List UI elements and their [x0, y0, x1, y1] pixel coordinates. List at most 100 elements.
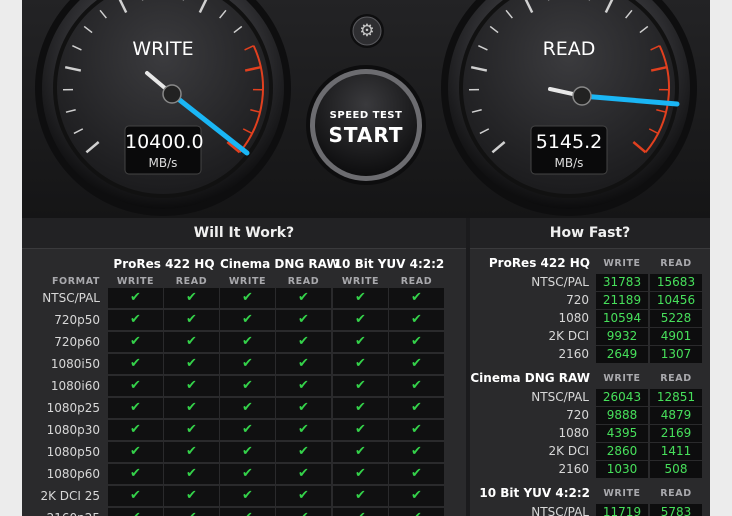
- settings-button[interactable]: ⚙: [353, 17, 381, 45]
- check-mark: ✔: [411, 378, 422, 393]
- write-speed-value: 31783: [596, 274, 648, 291]
- check-mark: ✔: [355, 378, 366, 393]
- check-mark: ✔: [186, 400, 197, 415]
- read-speed-value: 1411: [650, 443, 702, 460]
- write-needle-hub: [162, 84, 182, 104]
- how-fast-row-label: NTSC/PAL: [531, 275, 589, 289]
- how-fast-row-label: 1080: [558, 311, 589, 325]
- read-speed-value: 508: [650, 461, 702, 478]
- check-mark: ✔: [242, 356, 253, 371]
- read-gauge: [441, 0, 697, 216]
- column-sub-header: READ: [400, 276, 433, 287]
- check-mark: ✔: [333, 508, 388, 516]
- read-speed-value: 15683: [650, 274, 702, 291]
- how-fast-row-label: 1080: [558, 426, 589, 440]
- write-gauge: [35, 0, 291, 216]
- how-fast-row-label: NTSC/PAL: [531, 390, 589, 404]
- check-mark: ✔: [298, 444, 309, 459]
- start-button[interactable]: SPEED TEST START: [315, 74, 417, 176]
- format-row-label: 2160p25: [32, 511, 100, 516]
- write-speed-value: 4395: [596, 425, 648, 442]
- write-speed-value: 2860: [596, 443, 648, 460]
- how-fast-sub-header: WRITE: [603, 258, 641, 269]
- gauges-area: WRITE 10400.0 MB/s READ 5145.2 MB/s SPEE…: [22, 0, 710, 218]
- write-speed-value: 9888: [596, 407, 648, 424]
- check-mark: ✔: [355, 290, 366, 305]
- write-speed-value: 10594: [596, 310, 648, 327]
- how-fast-row-label: 720: [566, 408, 589, 422]
- check-mark: ✔: [298, 312, 309, 327]
- how-fast-section-title: ProRes 422 HQ: [488, 256, 590, 270]
- results-panels: Will It Work? FORMAT ProRes 422 HQ WRITE RE…: [22, 218, 710, 516]
- read-gauge-unit: MB/s: [554, 156, 584, 170]
- check-mark: ✔: [220, 508, 275, 516]
- check-mark: ✔: [130, 488, 141, 503]
- read-speed-value: 12851: [650, 389, 702, 406]
- check-mark: ✔: [130, 312, 141, 327]
- check-mark: ✔: [242, 444, 253, 459]
- how-fast-title: How Fast?: [470, 218, 710, 249]
- format-row-label: 1080p25: [46, 401, 100, 415]
- check-mark: ✔: [186, 290, 197, 305]
- check-mark: ✔: [298, 466, 309, 481]
- read-speed-value: 10456: [650, 292, 702, 309]
- start-button-caption: SPEED TEST: [329, 110, 403, 121]
- read-speed-value: 5783: [650, 504, 702, 516]
- read-speed-value: 1307: [650, 346, 702, 363]
- read-speed-value: 4879: [650, 407, 702, 424]
- check-mark: ✔: [186, 334, 197, 349]
- check-mark: ✔: [298, 290, 309, 305]
- write-gauge-unit: MB/s: [148, 156, 178, 170]
- format-row-label: 2K DCI 25: [40, 489, 100, 503]
- check-mark: ✔: [355, 334, 366, 349]
- column-sub-header: WRITE: [341, 276, 380, 287]
- check-mark: ✔: [242, 488, 253, 503]
- check-mark: ✔: [411, 334, 422, 349]
- write-speed-value: 1030: [596, 461, 648, 478]
- format-group-header: Cinema DNG RAW: [220, 257, 340, 271]
- check-mark: ✔: [355, 466, 366, 481]
- check-mark: ✔: [411, 356, 422, 371]
- will-it-work-panel: Will It Work? FORMAT ProRes 422 HQ WRITE RE…: [22, 218, 466, 516]
- read-gauge-label: READ: [542, 38, 596, 60]
- read-speed-value: 5228: [650, 310, 702, 327]
- format-row-label: 1080p50: [46, 445, 100, 459]
- how-fast-row-label: NTSC/PAL: [531, 505, 589, 516]
- check-mark: ✔: [411, 422, 422, 437]
- check-mark: ✔: [355, 356, 366, 371]
- check-mark: ✔: [389, 508, 444, 516]
- format-header: FORMAT: [51, 276, 100, 287]
- check-mark: ✔: [298, 400, 309, 415]
- check-mark: ✔: [411, 444, 422, 459]
- start-button-label: START: [328, 123, 404, 147]
- column-sub-header: READ: [287, 276, 320, 287]
- check-mark: ✔: [186, 378, 197, 393]
- column-sub-header: WRITE: [228, 276, 267, 287]
- check-mark: ✔: [186, 488, 197, 503]
- check-mark: ✔: [242, 312, 253, 327]
- check-mark: ✔: [130, 422, 141, 437]
- check-mark: ✔: [298, 422, 309, 437]
- how-fast-row-label: 2K DCI: [548, 329, 589, 343]
- format-row-label: 1080p60: [46, 467, 100, 481]
- write-speed-value: 2649: [596, 346, 648, 363]
- check-mark: ✔: [298, 334, 309, 349]
- how-fast-sub-header: READ: [660, 488, 692, 499]
- check-mark: ✔: [355, 312, 366, 327]
- check-mark: ✔: [355, 488, 366, 503]
- how-fast-row-label: 2160: [558, 347, 589, 361]
- how-fast-section-title: Cinema DNG RAW: [470, 371, 590, 385]
- check-mark: ✔: [130, 378, 141, 393]
- check-mark: ✔: [298, 356, 309, 371]
- check-mark: ✔: [298, 488, 309, 503]
- check-mark: ✔: [186, 466, 197, 481]
- write-speed-value: 21189: [596, 292, 648, 309]
- check-mark: ✔: [355, 400, 366, 415]
- format-row-label: NTSC/PAL: [42, 291, 100, 305]
- check-mark: ✔: [130, 290, 141, 305]
- write-speed-value: 26043: [596, 389, 648, 406]
- check-mark: ✔: [242, 400, 253, 415]
- write-speed-value: 9932: [596, 328, 648, 345]
- column-sub-header: READ: [175, 276, 208, 287]
- how-fast-sub-header: READ: [660, 258, 692, 269]
